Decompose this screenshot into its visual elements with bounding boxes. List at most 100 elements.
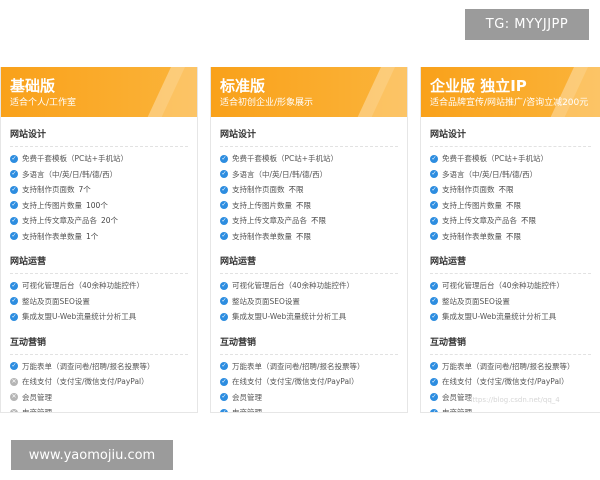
feature-value: 20个	[101, 216, 119, 226]
check-circle-icon: ✓	[220, 281, 228, 290]
feature-item: ✓ 会员管理	[220, 390, 398, 406]
cross-circle-icon: ✕	[10, 393, 18, 402]
feature-label: 会员管理	[232, 392, 262, 402]
feature-label: 支持制作页面数	[232, 185, 285, 195]
feature-value: 不限	[296, 200, 311, 210]
feature-label: 可视化管理后台（40余种功能控件）	[232, 281, 355, 291]
check-circle-icon: ✓	[220, 297, 228, 306]
cross-circle-icon: ✕	[10, 408, 18, 412]
feature-label: 整站及页面SEO设置	[22, 296, 90, 306]
feature-item: ✓ 支持上传文章及产品各 不限	[220, 213, 398, 229]
feature-label: 免费千套模板（PC站+手机站）	[22, 154, 129, 164]
check-circle-icon: ✓	[10, 201, 18, 210]
check-circle-icon: ✓	[220, 312, 228, 321]
feature-item: ✓ 集成友盟U-Web流量统计分析工具	[430, 309, 591, 325]
plan-header: 企业版 独立IP 适合品牌宣传/网站推广/咨询立减200元	[421, 67, 600, 117]
feature-label: 可视化管理后台（40余种功能控件）	[22, 281, 145, 291]
section-title: 网站设计	[220, 117, 398, 147]
feature-label: 支持上传文章及产品各	[232, 216, 307, 226]
feature-value: 100个	[86, 200, 108, 210]
section-title: 互动营销	[220, 325, 398, 355]
feature-label: 支持上传文章及产品各	[442, 216, 517, 226]
feature-label: 集成友盟U-Web流量统计分析工具	[442, 312, 557, 322]
feature-label: 万能表单（调查问卷/招聘/报名投票等）	[22, 361, 155, 371]
feature-label: 可视化管理后台（40余种功能控件）	[442, 281, 565, 291]
feature-value: 不限	[288, 185, 304, 195]
check-circle-icon: ✓	[430, 408, 438, 412]
feature-label: 万能表单（调查问卷/招聘/报名投票等）	[442, 361, 575, 371]
check-circle-icon: ✓	[10, 170, 18, 179]
feature-label: 支持上传图片数量	[232, 200, 292, 210]
check-circle-icon: ✓	[430, 377, 438, 386]
check-circle-icon: ✓	[220, 170, 228, 179]
plan-card-standard: 标准版 适合初创企业/形象展示 网站设计 ✓ 免费千套模板（PC站+手机站） ✓ 多语言…	[210, 67, 408, 413]
feature-item: ✓ 集成友盟U-Web流量统计分析工具	[220, 309, 398, 325]
feature-item: ✕ 在线支付（支付宝/微信支付/PayPal）	[10, 374, 188, 390]
check-circle-icon: ✓	[220, 362, 228, 371]
section-title: 网站运营	[430, 244, 591, 274]
watermark: https://blog.csdn.net/qq_4	[468, 396, 560, 404]
feature-section: 网站设计 ✓ 免费千套模板（PC站+手机站） ✓ 多语言（中/英/日/韩/德/西） ✓ 支持…	[421, 117, 600, 244]
feature-value: 7个	[78, 185, 91, 195]
feature-item: ✕ 电商管理	[10, 405, 188, 413]
check-circle-icon: ✓	[220, 393, 228, 402]
feature-item: ✓ 多语言（中/英/日/韩/德/西）	[430, 167, 591, 183]
feature-item: ✓ 整站及页面SEO设置	[10, 294, 188, 310]
feature-label: 电商管理	[22, 408, 52, 413]
check-circle-icon: ✓	[10, 154, 18, 163]
cross-circle-icon: ✕	[10, 377, 18, 386]
feature-section: 互动营销 ✓ 万能表单（调查问卷/招聘/报名投票等） ✓ 在线支付（支付宝/微信支付/P…	[211, 325, 407, 413]
feature-label: 整站及页面SEO设置	[442, 296, 510, 306]
plan-title: 标准版	[220, 77, 266, 95]
feature-label: 在线支付（支付宝/微信支付/PayPal）	[442, 377, 569, 387]
feature-label: 支持制作表单数量	[22, 231, 82, 241]
plan-card-basic: 基础版 适合个人/工作室 网站设计 ✓ 免费千套模板（PC站+手机站） ✓ 多语言（中/…	[0, 67, 198, 413]
check-circle-icon: ✓	[10, 362, 18, 371]
feature-label: 支持上传图片数量	[22, 200, 82, 210]
feature-item: ✓ 免费千套模板（PC站+手机站）	[10, 151, 188, 167]
feature-label: 免费千套模板（PC站+手机站）	[232, 154, 339, 164]
check-circle-icon: ✓	[430, 297, 438, 306]
check-circle-icon: ✓	[430, 362, 438, 371]
feature-section: 网站运营 ✓ 可视化管理后台（40余种功能控件） ✓ 整站及页面SEO设置 ✓ 集成友盟U-…	[1, 244, 197, 325]
check-circle-icon: ✓	[220, 408, 228, 412]
feature-item: ✓ 支持上传文章及产品各 不限	[430, 213, 591, 229]
feature-label: 集成友盟U-Web流量统计分析工具	[22, 312, 137, 322]
check-circle-icon: ✓	[430, 393, 438, 402]
feature-label: 电商管理	[442, 408, 472, 413]
check-circle-icon: ✓	[10, 281, 18, 290]
check-circle-icon: ✓	[430, 312, 438, 321]
feature-label: 多语言（中/英/日/韩/德/西）	[22, 169, 118, 179]
check-circle-icon: ✓	[10, 312, 18, 321]
feature-item: ✓ 整站及页面SEO设置	[430, 294, 591, 310]
feature-section: 网站运营 ✓ 可视化管理后台（40余种功能控件） ✓ 整站及页面SEO设置 ✓ 集成友盟U-…	[421, 244, 600, 325]
feature-item: ✓ 支持上传文章及产品各 20个	[10, 213, 188, 229]
feature-label: 多语言（中/英/日/韩/德/西）	[442, 169, 538, 179]
plan-title: 企业版 独立IP	[430, 77, 527, 95]
feature-label: 支持上传文章及产品各	[22, 216, 97, 226]
feature-item: ✓ 多语言（中/英/日/韩/德/西）	[220, 167, 398, 183]
feature-item: ✓ 支持上传图片数量 100个	[10, 198, 188, 214]
feature-label: 万能表单（调查问卷/招聘/报名投票等）	[232, 361, 365, 371]
feature-item: ✓ 多语言（中/英/日/韩/德/西）	[10, 167, 188, 183]
feature-label: 电商管理	[232, 408, 262, 413]
feature-item: ✓ 支持制作表单数量 不限	[430, 229, 591, 245]
check-circle-icon: ✓	[10, 297, 18, 306]
check-circle-icon: ✓	[430, 232, 438, 241]
feature-label: 支持制作页面数	[442, 185, 495, 195]
feature-value: 不限	[296, 231, 311, 241]
check-circle-icon: ✓	[430, 216, 438, 225]
check-circle-icon: ✓	[220, 154, 228, 163]
feature-value: 不限	[506, 231, 521, 241]
feature-item: ✓ 支持制作页面数 7个	[10, 182, 188, 198]
feature-label: 免费千套模板（PC站+手机站）	[442, 154, 549, 164]
section-title: 网站运营	[10, 244, 188, 274]
section-title: 网站设计	[430, 117, 591, 147]
check-circle-icon: ✓	[430, 281, 438, 290]
feature-item: ✓ 可视化管理后台（40余种功能控件）	[430, 278, 591, 294]
check-circle-icon: ✓	[430, 201, 438, 210]
feature-label: 支持制作页面数	[22, 185, 75, 195]
feature-section: 网站设计 ✓ 免费千套模板（PC站+手机站） ✓ 多语言（中/英/日/韩/德/西） ✓ 支持…	[1, 117, 197, 244]
check-circle-icon: ✓	[430, 170, 438, 179]
check-circle-icon: ✓	[220, 377, 228, 386]
